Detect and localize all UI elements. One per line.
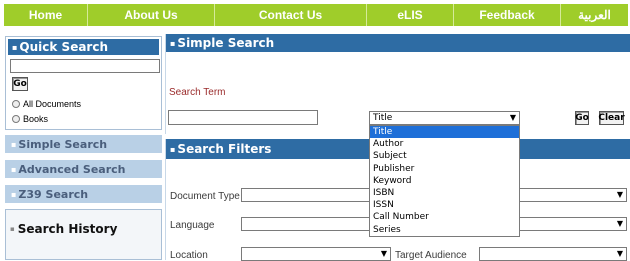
quick-search-header: ▪ Quick Search — [8, 39, 159, 55]
location-label: Location — [170, 250, 208, 261]
chevron-down-icon: ▼ — [509, 113, 516, 122]
dropdown-option-title[interactable]: Title — [370, 126, 519, 139]
chevron-down-icon: ▼ — [380, 249, 387, 258]
dropdown-option-subject[interactable]: Subject — [370, 150, 519, 162]
dropdown-option-isbn[interactable]: ISBN — [370, 187, 519, 199]
bullet-icon: ▪ — [170, 144, 176, 154]
sidebar-item-z39-search[interactable]: ▪ Z39 Search — [5, 185, 162, 203]
dropdown-option-keyword[interactable]: Keyword — [370, 175, 519, 187]
clear-button[interactable]: Clear — [598, 111, 625, 125]
quick-search-go-button[interactable]: Go — [12, 77, 28, 91]
dropdown-option-author[interactable]: Author — [370, 138, 519, 150]
search-term-input[interactable] — [168, 110, 318, 125]
search-field-select[interactable]: Title ▼ — [369, 111, 520, 125]
top-nav: Home About Us Contact Us eLIS Feedback ا… — [0, 0, 630, 30]
nav-bar: Home About Us Contact Us eLIS Feedback ا… — [4, 4, 628, 26]
simple-search-header: ▪ Simple Search — [166, 34, 630, 52]
chevron-down-icon: ▼ — [616, 190, 623, 199]
sidebar-item-label: Z39 Search — [18, 187, 89, 201]
chevron-down-icon: ▼ — [616, 219, 623, 228]
search-field-selected: Title — [373, 113, 393, 123]
sidebar-item-label: Simple Search — [18, 137, 108, 151]
quick-search-input[interactable] — [10, 59, 160, 73]
bullet-icon: ▪ — [11, 189, 17, 199]
search-history-panel: ▪ Search History — [5, 209, 162, 260]
radio-books[interactable]: Books — [12, 114, 48, 124]
search-history-title[interactable]: ▪ Search History — [10, 222, 117, 236]
search-history-label: Search History — [17, 222, 118, 236]
bullet-icon: ▪ — [11, 139, 17, 149]
simple-search-title: Simple Search — [177, 36, 275, 50]
dropdown-option-call-number[interactable]: Call Number — [370, 211, 519, 223]
bullet-icon: ▪ — [11, 164, 17, 174]
radio-icon[interactable] — [12, 115, 20, 123]
chevron-down-icon: ▼ — [616, 249, 623, 258]
sidebar-item-simple-search[interactable]: ▪ Simple Search — [5, 135, 162, 153]
search-term-label: Search Term — [169, 87, 226, 98]
dropdown-option-issn[interactable]: ISSN — [370, 199, 519, 211]
quick-search-title: Quick Search — [19, 40, 109, 54]
search-filters-title: Search Filters — [177, 142, 272, 156]
language-label: Language — [170, 220, 215, 231]
nav-about-us[interactable]: About Us — [88, 4, 215, 26]
bullet-icon: ▪ — [10, 225, 15, 233]
target-audience-label: Target Audience — [395, 250, 467, 261]
nav-arabic[interactable]: العربية — [561, 4, 628, 26]
simple-search-go-button[interactable]: Go — [575, 111, 589, 125]
target-audience-select[interactable]: ▼ — [479, 247, 627, 261]
dropdown-option-publisher[interactable]: Publisher — [370, 163, 519, 175]
quick-search-panel: ▪ Quick Search Go All Documents Books — [5, 36, 162, 130]
nav-home[interactable]: Home — [4, 4, 88, 26]
sidebar-item-advanced-search[interactable]: ▪ Advanced Search — [5, 160, 162, 178]
location-select[interactable]: ▼ — [241, 247, 391, 261]
bullet-icon: ▪ — [170, 38, 176, 48]
nav-feedback[interactable]: Feedback — [454, 4, 561, 26]
bullet-icon: ▪ — [12, 42, 18, 52]
radio-icon[interactable] — [12, 100, 20, 108]
dropdown-option-series[interactable]: Series — [370, 224, 519, 236]
nav-elis[interactable]: eLIS — [367, 4, 454, 26]
document-type-label: Document Type — [170, 191, 240, 202]
radio-all-documents[interactable]: All Documents — [12, 99, 81, 109]
search-field-dropdown: Title Author Subject Publisher Keyword I… — [369, 125, 520, 237]
radio-label: Books — [23, 114, 49, 124]
radio-label: All Documents — [23, 99, 82, 109]
nav-contact-us[interactable]: Contact Us — [215, 4, 367, 26]
sidebar-item-label: Advanced Search — [18, 162, 126, 176]
